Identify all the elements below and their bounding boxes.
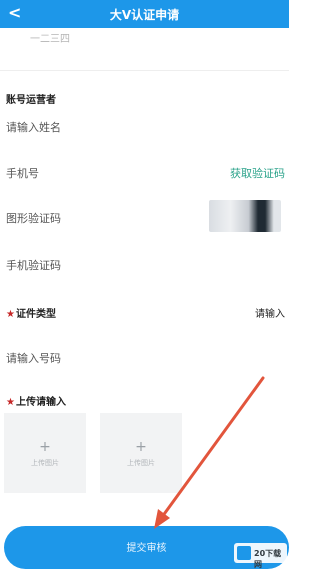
upload-caption: 上传图片 — [31, 459, 59, 467]
header-bar: < 大V认证申请 — [0, 0, 289, 28]
certificate-type-label: 证件类型 — [15, 309, 56, 320]
sms-code-field[interactable]: 手机验证码 — [6, 257, 61, 273]
required-star-icon: ★ — [6, 309, 15, 320]
scrolled-text: 一二三四 — [30, 34, 70, 45]
certificate-type-row[interactable]: ★证件类型 — [6, 305, 56, 320]
plus-icon: + — [39, 439, 51, 455]
upload-box-2[interactable]: + 上传图片 — [100, 413, 182, 493]
upload-caption: 上传图片 — [127, 459, 155, 467]
operator-section-title: 账号运营者 — [6, 95, 56, 106]
page-title: 大V认证申请 — [109, 8, 180, 22]
name-input[interactable]: 请输入姓名 — [6, 119, 61, 135]
watermark-text: 20下载网 — [254, 549, 282, 569]
watermark-logo-icon — [237, 546, 251, 560]
upload-box-1[interactable]: + 上传图片 — [4, 413, 86, 493]
certificate-number-input[interactable]: 请输入号码 — [6, 350, 61, 366]
watermark: 20下载网 — [234, 543, 287, 569]
get-code-button[interactable]: 获取验证码 — [230, 165, 285, 181]
divider — [0, 70, 289, 71]
required-star-icon: ★ — [6, 397, 15, 408]
phone-field[interactable]: 手机号 — [6, 165, 39, 181]
plus-icon: + — [135, 439, 147, 455]
captcha-field[interactable]: 图形验证码 — [6, 210, 61, 226]
upload-row: ★上传请输入 — [6, 393, 66, 408]
captcha-image[interactable] — [209, 200, 281, 232]
certificate-type-select[interactable]: 请输入 — [255, 305, 285, 320]
upload-label: 上传请输入 — [15, 397, 66, 408]
